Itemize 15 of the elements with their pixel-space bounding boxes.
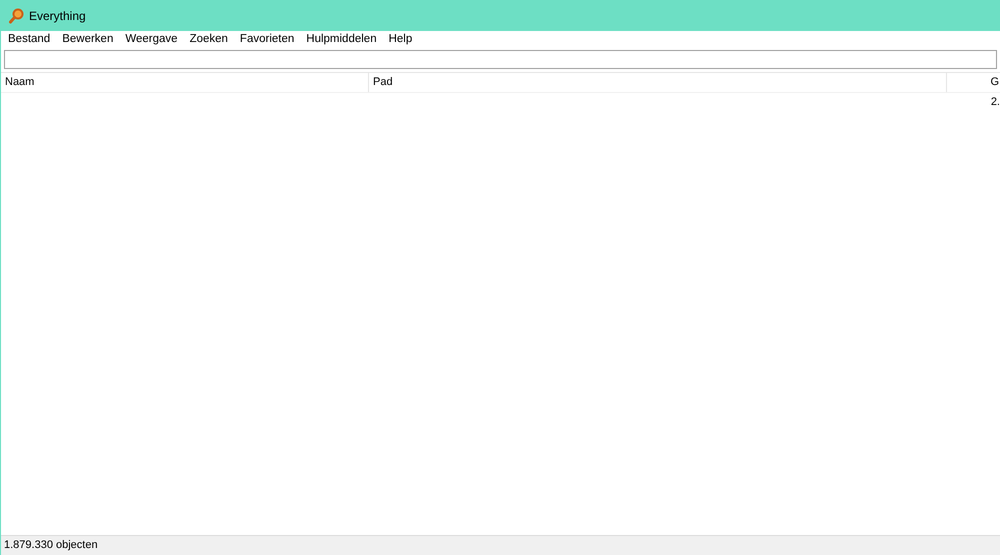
column-header[interactable]: Naam — [1, 73, 369, 92]
menu-item[interactable]: Help — [388, 31, 412, 49]
menu-item[interactable]: Weergave — [125, 31, 178, 49]
column-header[interactable]: G — [947, 73, 1000, 92]
status-text: 1.879.330 objecten — [4, 538, 98, 554]
menu-item[interactable]: Bestand — [8, 31, 50, 49]
window-title: Everything — [29, 8, 86, 24]
column-header[interactable]: Pad — [369, 73, 947, 92]
menu-item[interactable]: Bewerken — [62, 31, 114, 49]
table-cell-text: 2. — [990, 95, 1000, 110]
menu-item[interactable]: Favorieten — [240, 31, 294, 49]
search-field[interactable] — [4, 50, 997, 69]
menu-item[interactable]: Zoeken — [190, 31, 228, 49]
magnifier-icon — [9, 8, 24, 24]
menu-item[interactable]: Hulpmiddelen — [306, 31, 377, 49]
